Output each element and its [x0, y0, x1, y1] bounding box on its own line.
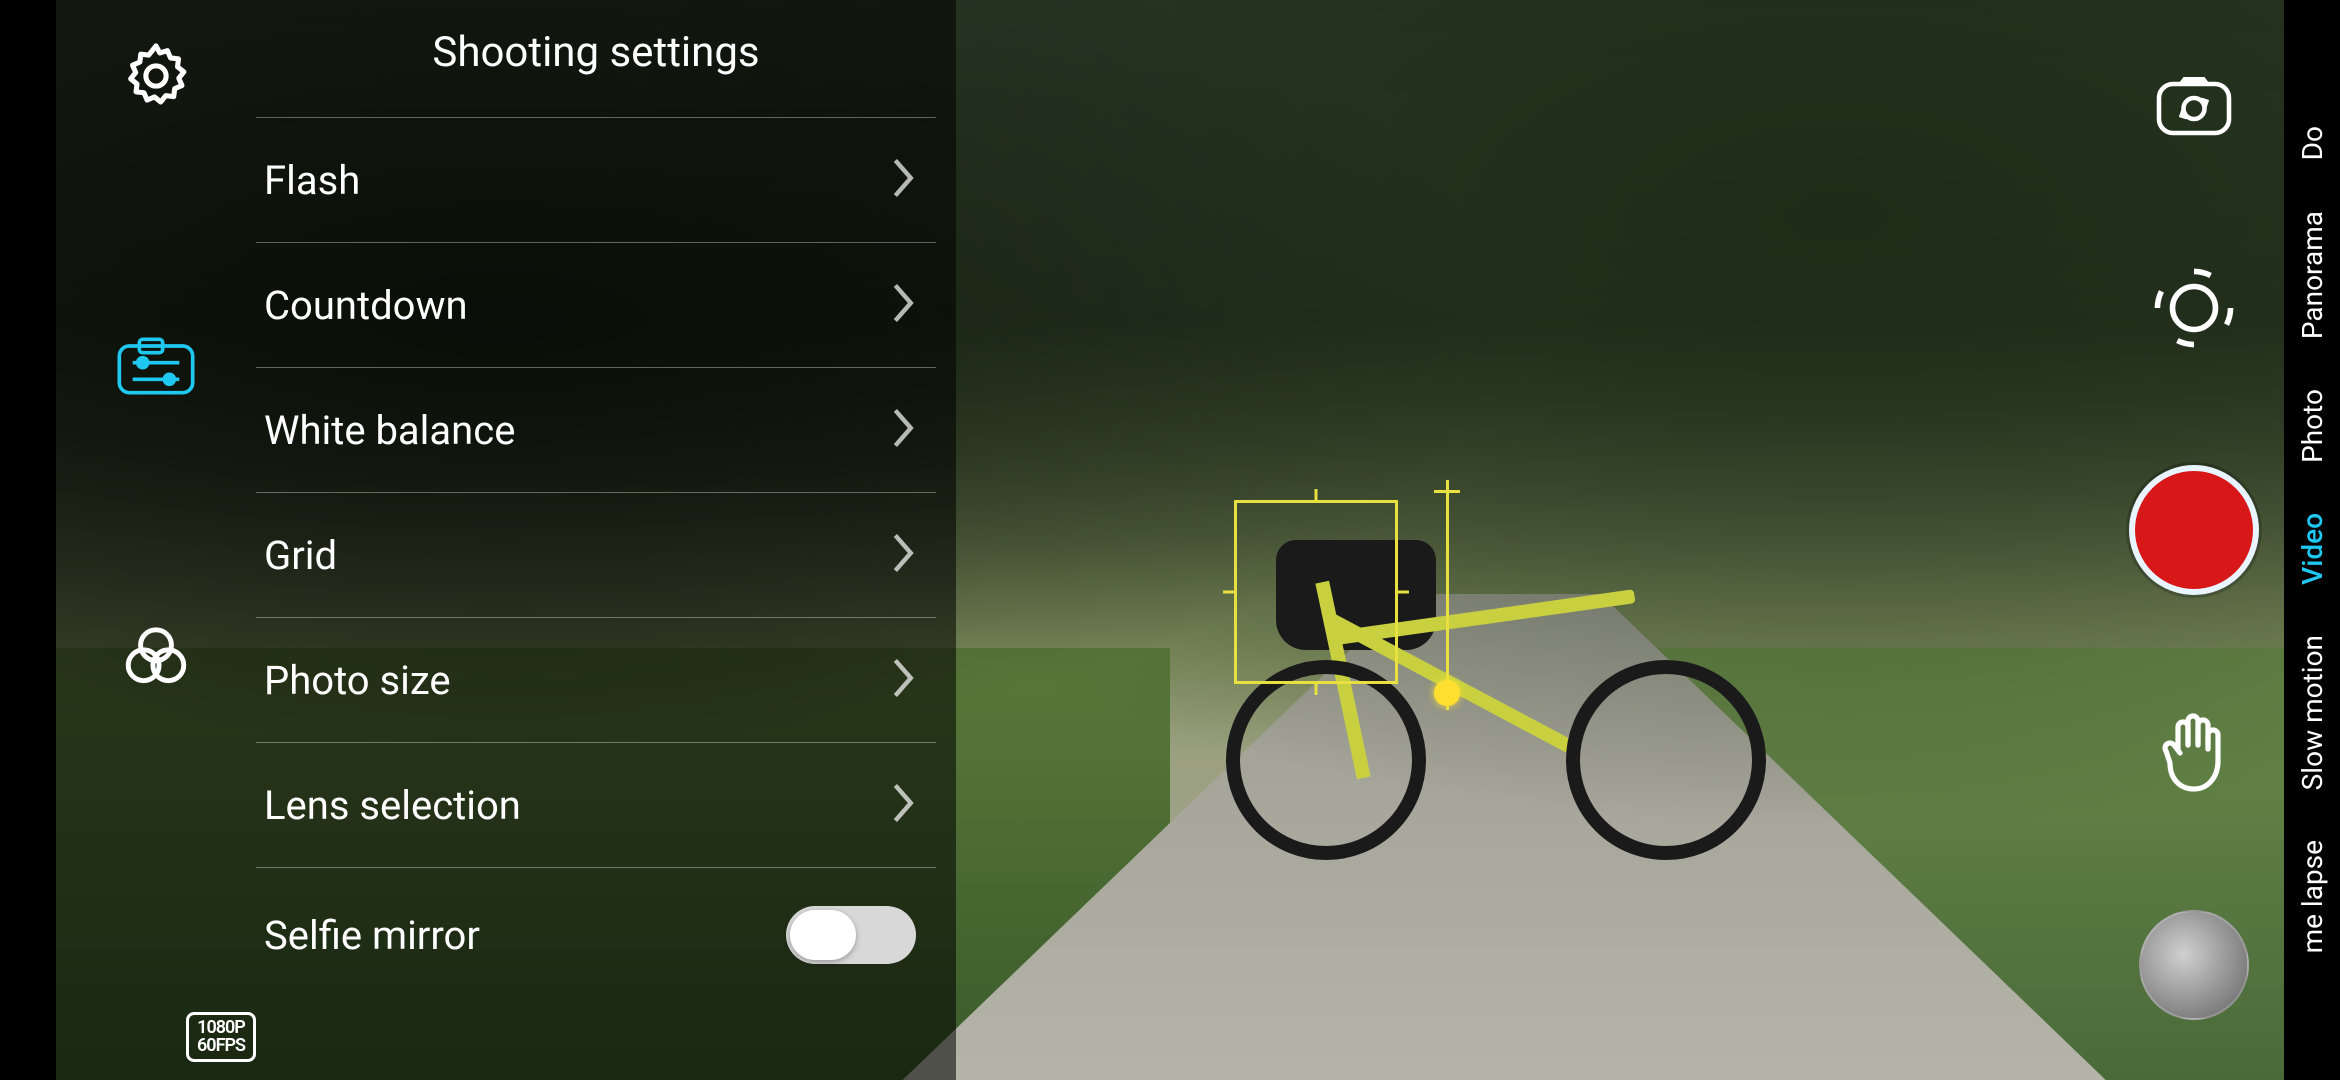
- setting-label: Countdown: [264, 282, 468, 329]
- shooting-settings-panel: Shooting settings Flash Countdown White …: [56, 0, 956, 1080]
- mode-item-document[interactable]: Do: [2296, 126, 2329, 160]
- setting-row-countdown[interactable]: Countdown: [256, 242, 936, 367]
- camera-sliders-icon[interactable]: [116, 326, 196, 406]
- resolution-badge[interactable]: 1080P 60FPS: [186, 1012, 256, 1062]
- resolution-line2: 60FPS: [197, 1037, 245, 1055]
- focus-indicator[interactable]: [1234, 500, 1398, 684]
- toggle-knob: [790, 910, 856, 960]
- mode-item-time-lapse[interactable]: me lapse: [2296, 840, 2329, 953]
- mode-item-slow-motion[interactable]: Slow motion: [2296, 635, 2329, 790]
- focus-ring-icon[interactable]: [2149, 263, 2239, 353]
- settings-category-sidebar: [56, 0, 256, 1080]
- record-button[interactable]: [2129, 465, 2259, 595]
- mode-item-photo[interactable]: Photo: [2296, 389, 2329, 463]
- setting-label: White balance: [264, 407, 515, 454]
- settings-panel-title: Shooting settings: [256, 0, 936, 117]
- switch-camera-icon[interactable]: [2149, 60, 2239, 150]
- chevron-right-icon: [888, 281, 916, 329]
- mode-item-video[interactable]: Video: [2296, 513, 2329, 585]
- chevron-right-icon: [888, 531, 916, 579]
- setting-label: Grid: [264, 532, 337, 579]
- chevron-right-icon: [888, 156, 916, 204]
- letterbox-left: [0, 0, 56, 1080]
- selfie-mirror-toggle[interactable]: [786, 906, 916, 964]
- setting-row-lens-selection[interactable]: Lens selection: [256, 742, 936, 867]
- color-filters-icon[interactable]: [116, 616, 196, 696]
- setting-label: Flash: [264, 157, 360, 204]
- chevron-right-icon: [888, 656, 916, 704]
- exposure-slider-track[interactable]: [1446, 480, 1449, 710]
- mode-selector-rail: Do Panorama Photo Video Slow motion me l…: [2284, 0, 2340, 1080]
- mode-item-panorama[interactable]: Panorama: [2296, 211, 2329, 339]
- exposure-slider-tick: [1434, 490, 1460, 493]
- gallery-thumbnail[interactable]: [2139, 910, 2249, 1020]
- setting-row-photo-size[interactable]: Photo size: [256, 617, 936, 742]
- camera-controls-rail: [2104, 0, 2284, 1080]
- palm-gesture-icon[interactable]: [2149, 708, 2239, 798]
- chevron-right-icon: [888, 781, 916, 829]
- setting-row-selfie-mirror[interactable]: Selfie mirror: [256, 867, 936, 1002]
- gear-icon[interactable]: [116, 36, 196, 116]
- setting-row-grid[interactable]: Grid: [256, 492, 936, 617]
- setting-label: Selfie mirror: [264, 912, 480, 959]
- settings-list: Shooting settings Flash Countdown White …: [256, 0, 956, 1080]
- setting-row-flash[interactable]: Flash: [256, 117, 936, 242]
- setting-label: Photo size: [264, 657, 451, 704]
- chevron-right-icon: [888, 406, 916, 454]
- setting-row-white-balance[interactable]: White balance: [256, 367, 936, 492]
- exposure-slider-thumb[interactable]: [1434, 680, 1460, 706]
- setting-label: Lens selection: [264, 782, 521, 829]
